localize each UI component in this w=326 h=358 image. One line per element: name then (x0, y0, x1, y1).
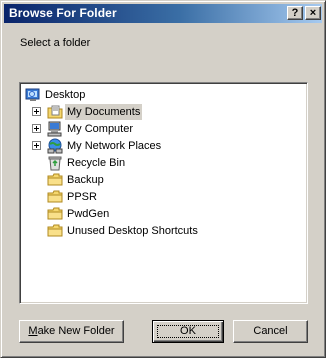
title-bar[interactable]: Browse For Folder ? × (4, 4, 322, 23)
my-computer-icon (47, 121, 63, 137)
folder-tree[interactable]: Desktop My Documents My Computer My Netw… (19, 82, 308, 304)
help-button[interactable]: ? (287, 6, 303, 20)
browse-for-folder-dialog: Browse For Folder ? × Select a folder De… (0, 0, 326, 358)
close-icon: × (309, 7, 317, 19)
folder-icon (47, 223, 63, 239)
folder-icon (47, 206, 63, 222)
tree-item-my-network-places[interactable]: My Network Places (30, 138, 190, 154)
tree-item-unused-desktop-shortcuts[interactable]: Unused Desktop Shortcuts (30, 223, 230, 239)
button-label: ake New Folder (37, 325, 115, 337)
folder-icon (47, 189, 63, 205)
window-title: Browse For Folder (9, 6, 117, 20)
tree-item-label: My Network Places (67, 140, 162, 152)
tree-item-label: PPSR (67, 191, 97, 203)
folder-icon (47, 172, 63, 188)
tree-item-desktop[interactable]: Desktop (25, 87, 145, 103)
expand-icon[interactable] (32, 124, 41, 133)
ok-button[interactable]: OK (152, 320, 224, 343)
expand-icon[interactable] (32, 107, 41, 116)
recycle-bin-icon (47, 155, 63, 171)
desktop-icon (25, 87, 41, 103)
expand-icon[interactable] (32, 141, 41, 150)
accelerator-key: M (28, 325, 38, 337)
tree-item-label: PwdGen (67, 208, 110, 220)
make-new-folder-button[interactable]: Make New Folder (19, 320, 124, 343)
tree-item-backup[interactable]: Backup (30, 172, 170, 188)
cancel-button[interactable]: Cancel (233, 320, 308, 343)
prompt-label: Select a folder (20, 37, 91, 49)
button-label: Cancel (253, 325, 288, 337)
tree-item-label: Recycle Bin (67, 157, 126, 169)
tree-item-label: My Computer (67, 123, 134, 135)
my-documents-icon (47, 104, 63, 120)
tree-item-label: Backup (67, 174, 104, 186)
tree-item-label: Desktop (45, 89, 86, 101)
tree-item-my-documents[interactable]: My Documents (30, 104, 170, 120)
tree-item-recycle-bin[interactable]: Recycle Bin (30, 155, 170, 171)
tree-item-label: My Documents (65, 104, 143, 120)
focus-rectangle (157, 325, 219, 338)
close-button[interactable]: × (305, 6, 321, 20)
help-icon: ? (291, 7, 299, 19)
tree-item-my-computer[interactable]: My Computer (30, 121, 170, 137)
tree-item-ppsr[interactable]: PPSR (30, 189, 170, 205)
tree-item-pwdgen[interactable]: PwdGen (30, 206, 170, 222)
network-places-icon (47, 138, 63, 154)
tree-item-label: Unused Desktop Shortcuts (67, 225, 198, 237)
